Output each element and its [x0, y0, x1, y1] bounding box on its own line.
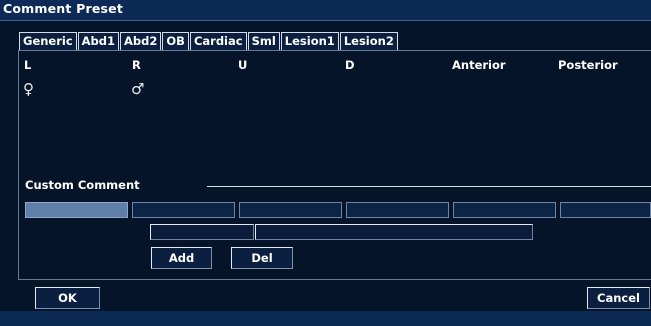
custom-comment-slot-5[interactable]: [453, 202, 556, 218]
custom-comment-slot-1[interactable]: [25, 202, 128, 218]
female-symbol-icon[interactable]: ♀: [23, 80, 34, 98]
delete-button[interactable]: Del: [231, 247, 293, 269]
tab-ob[interactable]: OB: [162, 32, 189, 50]
preset-comment-posterior[interactable]: Posterior: [558, 58, 618, 72]
preset-comment-l[interactable]: L: [24, 58, 31, 72]
section-divider: [207, 186, 651, 187]
add-button[interactable]: Add: [151, 247, 212, 269]
comment-key-field[interactable]: [150, 224, 254, 240]
comment-preset-dialog: { "window": { "title": "Comment Preset" …: [0, 0, 651, 326]
window-title: Comment Preset: [3, 1, 124, 16]
tab-abd1[interactable]: Abd1: [77, 32, 120, 50]
comment-text-field[interactable]: [255, 224, 533, 240]
status-bar: [0, 311, 651, 326]
custom-comment-label: Custom Comment: [25, 178, 140, 192]
title-bar: Comment Preset: [0, 0, 651, 21]
male-symbol-icon[interactable]: ♂: [131, 80, 144, 98]
tab-sml[interactable]: Sml: [247, 32, 280, 50]
tab-lesion2[interactable]: Lesion2: [339, 32, 398, 50]
custom-comment-slot-4[interactable]: [346, 202, 449, 218]
preset-comment-anterior[interactable]: Anterior: [452, 58, 506, 72]
preset-comment-r[interactable]: R: [132, 58, 141, 72]
tab-lesion1[interactable]: Lesion1: [280, 32, 339, 50]
custom-comment-slot-6[interactable]: [560, 202, 651, 218]
tab-panel: [18, 50, 651, 280]
custom-comment-slot-2[interactable]: [132, 202, 235, 218]
tab-abd2[interactable]: Abd2: [120, 32, 162, 50]
cancel-button[interactable]: Cancel: [587, 287, 650, 309]
tab-generic[interactable]: Generic: [19, 32, 77, 50]
custom-comment-slot-3[interactable]: [239, 202, 342, 218]
ok-button[interactable]: OK: [35, 287, 100, 309]
tab-cardiac[interactable]: Cardiac: [189, 32, 247, 50]
tab-bar: Generic Abd1 Abd2 OB Cardiac Sml Lesion1…: [19, 32, 399, 50]
preset-comment-u[interactable]: U: [238, 58, 247, 72]
preset-comment-d[interactable]: D: [345, 58, 355, 72]
